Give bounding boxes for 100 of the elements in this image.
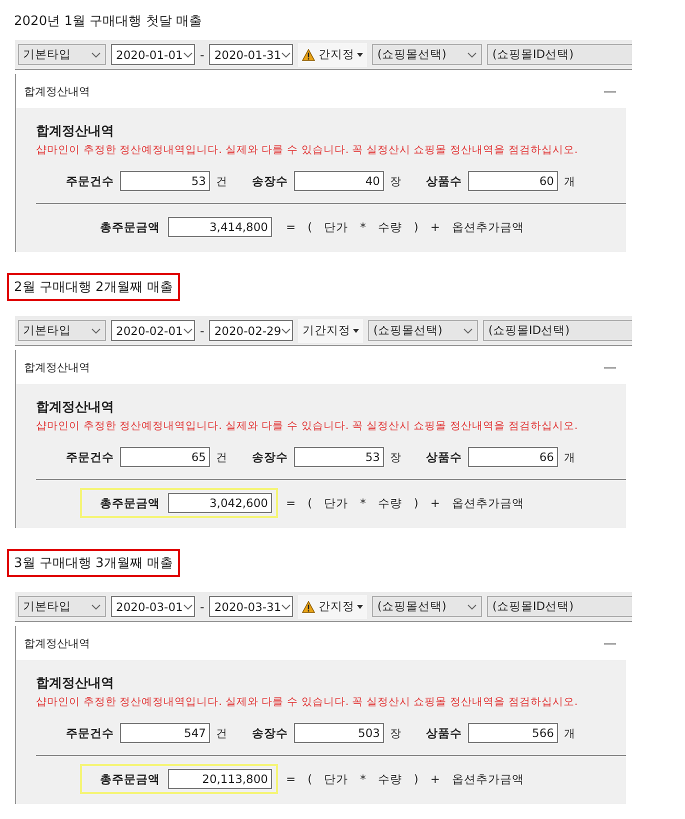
date-separator: - <box>200 324 204 338</box>
chevron-down-icon <box>467 52 478 58</box>
total-field[interactable]: 3,042,600 <box>168 493 272 513</box>
formula-text: ) <box>414 220 418 234</box>
date-to-picker[interactable]: 2020-01-31 <box>209 44 294 65</box>
field-label: 주문건수 <box>66 726 114 740</box>
field-label: 송장수 <box>252 450 288 464</box>
unit-label: 건 <box>216 450 228 464</box>
count-field[interactable]: 547 <box>120 723 210 743</box>
unit-label: 장 <box>390 450 402 464</box>
formula-text: 수량 <box>378 772 402 786</box>
period-button[interactable]: 간지정 <box>298 42 368 66</box>
period-button[interactable]: 간지정 <box>298 594 368 618</box>
unit-label: 개 <box>564 726 576 740</box>
section-heading: 2월 구매대행 2개월째 매출 <box>7 273 180 301</box>
warning-icon <box>302 48 316 60</box>
date-separator: - <box>200 600 204 614</box>
notice-text: 샵마인이 추정한 정산예정내역입니다. 실제와 다를 수 있습니다. 꼭 실정산시 쇼핑몰 정산내역을 점검하십시오. <box>36 143 579 157</box>
formula-text: 옵션추가금액 <box>452 496 524 510</box>
date-to-picker[interactable]: 2020-02-29 <box>209 320 294 341</box>
mall-dropdown[interactable]: (쇼핑몰선택) <box>372 44 482 65</box>
field-label: 상품수 <box>426 450 462 464</box>
date-from-picker[interactable]: 2020-01-01 <box>111 44 195 65</box>
field-label: 주문건수 <box>66 174 114 188</box>
count-field[interactable]: 60 <box>468 171 558 191</box>
count-field[interactable]: 566 <box>468 723 558 743</box>
formula-text: 옵션추가금액 <box>452 772 524 786</box>
type-dropdown[interactable]: 기본타입 <box>18 596 106 617</box>
formula-text: ( <box>308 496 312 510</box>
formula-text: * <box>360 496 366 510</box>
mall-id-dropdown[interactable]: (쇼핑몰ID선택) <box>487 44 632 65</box>
field-label: 주문건수 <box>66 450 114 464</box>
total-field[interactable]: 3,414,800 <box>168 217 272 237</box>
panel-title: 합계정산내역 <box>24 636 90 650</box>
type-dropdown[interactable]: 기본타입 <box>18 44 106 65</box>
formula-text: = <box>286 496 296 510</box>
chevron-down-icon <box>182 328 193 334</box>
chevron-down-icon <box>182 52 193 58</box>
mall-dropdown[interactable]: (쇼핑몰선택) <box>372 596 482 617</box>
mall-id-dropdown[interactable]: (쇼핑몰ID선택) <box>483 320 632 341</box>
panel-title: 합계정산내역 <box>24 84 90 98</box>
date-from-picker[interactable]: 2020-03-01 <box>111 596 195 617</box>
unit-label: 건 <box>216 726 228 740</box>
type-dropdown[interactable]: 기본타입 <box>18 320 106 341</box>
section-heading: 2020년 1월 구매대행 첫달 매출 <box>13 13 203 31</box>
warning-icon <box>302 600 316 612</box>
formula-text: + <box>430 496 440 510</box>
field-label: 총주문금액 <box>100 220 160 234</box>
unit-label: 건 <box>216 174 228 188</box>
mall-id-dropdown[interactable]: (쇼핑몰ID선택) <box>487 596 632 617</box>
count-field[interactable]: 40 <box>294 171 384 191</box>
collapse-button[interactable]: — <box>598 84 622 98</box>
formula-text: 수량 <box>378 220 402 234</box>
panel-title: 합계정산내역 <box>24 360 90 374</box>
chevron-down-icon <box>91 328 101 334</box>
field-label: 상품수 <box>426 726 462 740</box>
count-field[interactable]: 503 <box>294 723 384 743</box>
summary-heading: 합계정산내역 <box>36 123 115 140</box>
chevron-down-icon <box>281 328 292 334</box>
formula-text: 옵션추가금액 <box>452 220 524 234</box>
total-field[interactable]: 20,113,800 <box>168 769 272 789</box>
chevron-down-icon <box>182 604 193 610</box>
formula-text: * <box>360 220 366 234</box>
summary-heading: 합계정산내역 <box>36 399 115 416</box>
formula-text: 단가 <box>324 220 348 234</box>
formula-text: 단가 <box>324 772 348 786</box>
unit-label: 장 <box>390 174 402 188</box>
formula-text: ) <box>414 772 418 786</box>
collapse-button[interactable]: — <box>598 636 622 650</box>
summary-heading: 합계정산내역 <box>36 675 115 692</box>
count-field[interactable]: 66 <box>468 447 558 467</box>
formula-text: = <box>286 220 296 234</box>
field-label: 총주문금액 <box>100 496 160 510</box>
count-field[interactable]: 53 <box>294 447 384 467</box>
chevron-down-icon <box>463 328 474 334</box>
field-label: 상품수 <box>426 174 462 188</box>
date-to-picker[interactable]: 2020-03-31 <box>209 596 294 617</box>
count-field[interactable]: 65 <box>120 447 210 467</box>
notice-text: 샵마인이 추정한 정산예정내역입니다. 실제와 다를 수 있습니다. 꼭 실정산시 쇼핑몰 정산내역을 점검하십시오. <box>36 419 579 433</box>
formula-text: 단가 <box>324 496 348 510</box>
unit-label: 개 <box>564 174 576 188</box>
formula-text: = <box>286 772 296 786</box>
date-separator: - <box>200 48 204 62</box>
mall-dropdown[interactable]: (쇼핑몰선택) <box>368 320 478 341</box>
period-button[interactable]: 기간지정 <box>298 318 364 342</box>
formula-text: ( <box>308 772 312 786</box>
date-from-picker[interactable]: 2020-02-01 <box>111 320 195 341</box>
collapse-button[interactable]: — <box>598 360 622 374</box>
chevron-down-icon <box>467 604 478 610</box>
unit-label: 개 <box>564 450 576 464</box>
field-label: 총주문금액 <box>100 772 160 786</box>
chevron-down-icon <box>91 604 101 610</box>
formula-text: * <box>360 772 366 786</box>
section-heading: 3월 구매대행 3개월째 매출 <box>7 549 180 577</box>
unit-label: 장 <box>390 726 402 740</box>
chevron-down-icon <box>91 52 101 58</box>
count-field[interactable]: 53 <box>120 171 210 191</box>
formula-text: ( <box>308 220 312 234</box>
chevron-down-icon <box>281 604 292 610</box>
caret-icon <box>357 52 364 56</box>
